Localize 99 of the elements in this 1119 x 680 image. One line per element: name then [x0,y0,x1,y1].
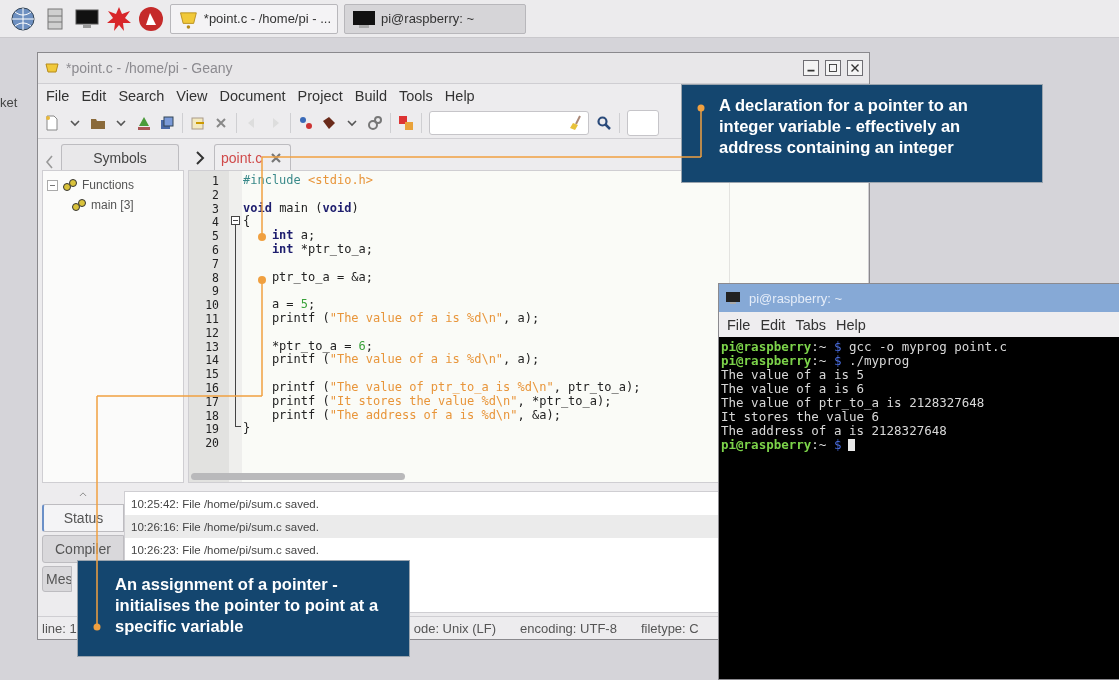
code-line: printf ("The value of ptr_to_a is %d\n", ptr_to_a); [271,380,641,395]
build-icon[interactable] [321,115,337,131]
line-number: 20 [204,436,220,450]
leader-dot [258,276,266,284]
line-number: 5 [211,229,220,243]
menu-item[interactable]: Build [354,88,387,104]
menu-item[interactable]: Project [297,88,343,104]
cup-icon [44,60,60,76]
function-icon [71,197,87,213]
code-line: int *ptr_to_a; [271,243,374,257]
line-number: 4 [211,215,220,230]
callout-text: A declaration for a pointer to an integer variable - effectively an address containing an integer [681,84,1043,183]
status-text: line: 1 [42,620,77,636]
gears-icon[interactable] [367,115,383,131]
line-number: 16 [204,380,220,395]
fold-toggle-icon[interactable] [231,216,240,225]
collapse-icon[interactable] [47,179,58,191]
status-text: filetype: C [640,620,699,636]
window-title: pi@raspberry: ~ [749,290,843,306]
terminal-line: pi@raspberry:~ $ [721,438,842,452]
line-number: 18 [204,408,220,423]
terminal-line: pi@raspberry:~ $ ./myprog [721,354,910,368]
terminal-line: It stores the value 6 [721,410,880,424]
leader-dot [697,104,705,112]
message-line: 10:25:42: File /home/pi/sum.c saved. [130,496,320,512]
terminal-line: The value of a is 5 [721,368,864,382]
minimize-icon[interactable] [803,60,819,76]
save-all-icon[interactable] [159,115,175,131]
window-title: *point.c - /home/pi - Geany [66,60,234,76]
monitor-icon [725,290,741,306]
line-number: 7 [211,256,220,271]
file-tab[interactable]: point.c [214,144,292,170]
menu-item[interactable]: Tabs [795,316,826,333]
code-line: printf ("It stores the value %d\n", *ptr_to_a); [271,394,612,409]
menu-item[interactable]: File [46,88,70,104]
line-number: 1 [211,174,220,188]
status-text: ode: Unix (LF) [413,620,497,636]
menu-item[interactable]: Edit [81,88,107,104]
line-number: 10 [204,298,220,312]
line-number: 14 [204,353,220,368]
terminal-line: pi@raspberry:~ $ gcc -o myprog point.c [721,340,1007,354]
line-number: 11 [204,311,220,326]
taskbar-button[interactable]: pi@raspberry: ~ [344,3,526,34]
menu-item[interactable]: File [727,316,751,333]
menu-item[interactable]: Edit [760,316,786,333]
search-field[interactable] [429,111,589,135]
line-number: 2 [211,187,220,202]
leader-dot [258,233,266,241]
line-number: 9 [211,284,220,299]
terminal-line: The value of ptr_to_a is 2128327648 [721,396,985,410]
maximize-icon[interactable] [825,60,841,76]
burst-icon[interactable] [106,5,132,32]
compile-icon[interactable] [298,115,314,131]
line-number: 15 [204,367,220,381]
message-tab[interactable]: Mes [42,566,72,592]
symbols-tab[interactable]: Symbols [61,144,179,170]
revert-icon[interactable] [190,115,206,131]
menu-item[interactable]: Search [118,88,165,104]
code-line: printf ("The value of a is %d\n", a); [271,311,540,326]
menu-item[interactable]: Document [219,88,286,104]
code-line: } [243,422,251,437]
save-icon[interactable] [136,115,152,131]
taskbar-button[interactable]: *point.c - /home/pi - ... [170,3,338,34]
code-line: int a; [271,229,316,243]
message-line: 10:26:23: File /home/pi/sum.c saved. [130,542,320,558]
menu-item[interactable]: View [176,88,208,104]
code-line: printf ("The address of a is %d\n", &a); [271,408,561,423]
terminal-line: The address of a is 2128327648 [721,424,947,438]
terminal-line: The value of a is 6 [721,382,864,396]
broom-icon[interactable] [568,115,584,131]
callout-text: An assignment of a pointer - initialises the pointer to point at a specific variable [77,560,410,657]
line-number: 12 [204,325,220,340]
code-line: *ptr_to_a = 6; [271,339,374,354]
code-line: { [243,215,251,230]
color-chooser-icon[interactable] [398,115,414,131]
globe-icon[interactable] [10,5,36,32]
menu-item[interactable]: Tools [399,88,433,104]
line-number: 8 [211,270,220,285]
search-icon[interactable] [596,115,612,131]
close-icon[interactable] [847,60,863,76]
line-number: 6 [211,243,220,257]
status-text: encoding: UTF-8 [520,620,617,636]
code-line: a = 5; [271,298,316,312]
tree-item[interactable]: Functions [82,178,135,192]
leader-dot [93,623,101,631]
tree-item[interactable]: main [3] [91,198,134,212]
code-line: ptr_to_a = &a; [271,270,374,285]
scrollbar-thumb[interactable] [191,473,405,480]
function-icon [62,177,78,193]
line-number: 19 [204,422,220,437]
line-number: 3 [211,201,220,216]
desktop-icon-label[interactable]: ket [0,95,18,110]
round-logo-icon[interactable] [138,5,164,32]
line-number: 13 [204,339,220,354]
code-line: printf ("The value of a is %d\n", a); [271,353,540,368]
goto-line-field[interactable] [627,110,659,136]
menu-item[interactable]: Help [836,316,866,333]
menu-item[interactable]: Help [444,88,475,104]
line-number: 17 [204,394,220,409]
